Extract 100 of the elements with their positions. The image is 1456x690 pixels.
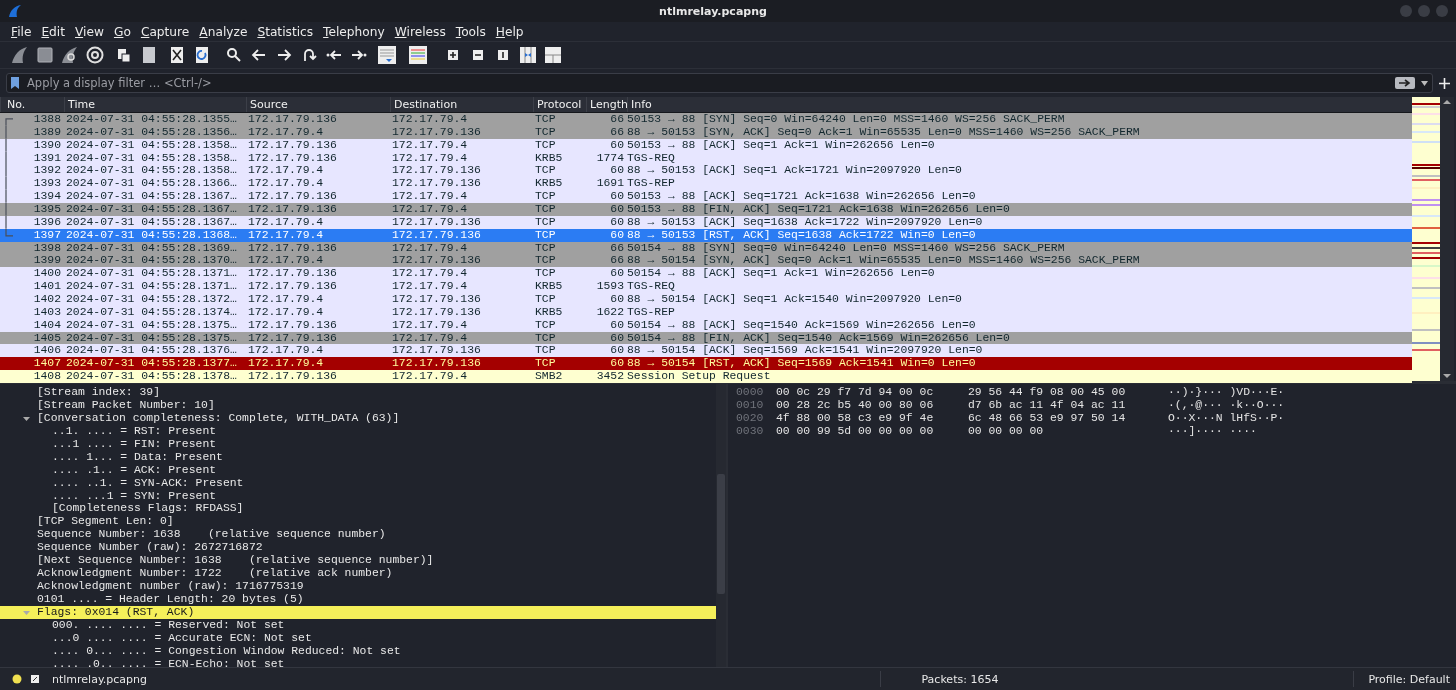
- ascii-bytes[interactable]: O··X···N lHfS··P·: [1168, 411, 1285, 425]
- hex-bytes[interactable]: 29 56 44 f9 08 00 45 00: [968, 386, 1168, 399]
- hex-bytes[interactable]: 6c 48 66 53 e9 97 50 14: [968, 411, 1168, 425]
- packet-row[interactable]: 1406 2024-07-31 04:55:28.1376… 172.17.79.4 172.17.79.136 TCP 60 88 → 50154 [ACK] Seq=1569 Ack=1541 Win=2097920 Len=0: [0, 344, 1412, 358]
- settings-icon[interactable]: [85, 45, 105, 65]
- detail-line[interactable]: [Next Sequence Number: 1638 (relative sequence number)]: [0, 554, 434, 568]
- display-filter-field[interactable]: Apply a display filter … <Ctrl-/>: [25, 75, 1389, 91]
- bookmark-icon[interactable]: [11, 77, 19, 89]
- detail-line[interactable]: .... ..1. = SYN-ACK: Present: [0, 476, 244, 490]
- table-cell-text: 1691: [595, 177, 625, 191]
- column-header[interactable]: No.: [0, 97, 64, 112]
- menu-item[interactable]: Wireless: [389, 24, 451, 39]
- detail-line[interactable]: .... 1... = Data: Present: [0, 450, 223, 464]
- scrollbar-thumb[interactable]: [717, 474, 725, 594]
- hex-bytes[interactable]: 00 28 2c b5 40 00 80 06: [776, 398, 968, 412]
- detail-line[interactable]: ..1. .... = RST: Present: [0, 424, 217, 438]
- profile-label[interactable]: Profile: Default: [1368, 672, 1450, 686]
- stop-icon[interactable]: [35, 45, 55, 65]
- column-header[interactable]: Source: [246, 97, 390, 112]
- menu-item[interactable]: File: [6, 24, 37, 39]
- column-header[interactable]: Time: [64, 97, 246, 112]
- detail-line[interactable]: Acknowledgment Number: 1722 (relative ack number): [0, 567, 393, 581]
- table-cell-text: TCP: [534, 215, 557, 229]
- detail-line[interactable]: 000. .... .... = Reserved: Not set: [0, 618, 285, 632]
- detail-line[interactable]: [TCP Segment Len: 0]: [0, 515, 174, 529]
- hex-bytes[interactable]: 00 0c 29 f7 7d 94 00 0c: [776, 386, 968, 399]
- table-cell-text: 172.17.79.4: [391, 370, 469, 384]
- table-cell-text: 172.17.79.136: [247, 190, 338, 203]
- detail-line[interactable]: [Stream Packet Number: 10]: [0, 398, 215, 412]
- menu-item[interactable]: Statistics: [252, 24, 319, 39]
- dropdown-caret-icon[interactable]: [1421, 80, 1428, 86]
- packet-row[interactable]: 1392 2024-07-31 04:55:28.1358… 172.17.79.4 172.17.79.136 TCP 60 88 → 50153 [ACK] Seq=1 Ack=1721 Win=2097920 Len=0: [0, 164, 1412, 178]
- table-cell-text: 1593: [595, 280, 625, 294]
- add-filter-icon[interactable]: [1439, 77, 1450, 89]
- edit-comment-icon[interactable]: [30, 674, 40, 684]
- ascii-bytes[interactable]: ···]···· ····: [1168, 424, 1257, 438]
- detail-line[interactable]: .... 0... .... = Congestion Window Reduced: Not set: [0, 644, 401, 658]
- table-cell-text: TCP: [534, 138, 557, 152]
- ascii-bytes[interactable]: ·(,·@··· ·k··O···: [1168, 398, 1285, 412]
- menu-item[interactable]: View: [70, 24, 109, 39]
- table-cell-text: 88 → 50154 [RST, ACK] Seq=1569 Ack=1541 Win=0 Len=0: [627, 357, 977, 371]
- menu-item[interactable]: Help: [490, 24, 529, 39]
- table-cell-text: 1404: [32, 318, 62, 332]
- hex-bytes[interactable]: 00 00 00 00: [968, 424, 1168, 438]
- packet-row[interactable]: 1399 2024-07-31 04:55:28.1370… 172.17.79.4 172.17.79.136 TCP 66 88 → 50154 [SYN, ACK] Seq=0 Ack=1 Win=65535 Len=0 MSS=1460 WS=256 SACK_PERM: [0, 254, 1412, 268]
- table-cell-text: 172.17.79.136: [391, 215, 482, 229]
- packet-minimap-drawing[interactable]: [1412, 97, 1440, 381]
- detail-line[interactable]: Sequence Number: 1638 (relative sequence number): [0, 528, 386, 542]
- column-header[interactable]: Destination: [390, 97, 533, 112]
- scroll-up-icon[interactable]: [1442, 97, 1452, 107]
- status-dot-icon[interactable]: [12, 674, 22, 684]
- table-cell-text: 172.17.79.136: [247, 113, 338, 126]
- shark-fin-refresh-icon[interactable]: [60, 45, 80, 65]
- hex-bytes[interactable]: 4f 88 00 58 c3 e9 9f 4e: [776, 411, 968, 425]
- table-cell-text: 1399: [32, 254, 62, 268]
- column-header[interactable]: Protocol: [533, 97, 586, 112]
- layout-grid-icon[interactable]: [543, 45, 563, 65]
- packet-row[interactable]: 1402 2024-07-31 04:55:28.1372… 172.17.79.4 172.17.79.136 TCP 60 88 → 50154 [ACK] Seq=1 Ack=1540 Win=2097920 Len=0: [0, 293, 1412, 306]
- resize-columns-icon[interactable]: [518, 45, 538, 65]
- menu-item[interactable]: Edit: [36, 24, 70, 39]
- table-cell-text: 60: [609, 331, 625, 345]
- detail-line[interactable]: .... .1.. = ACK: Present: [0, 463, 217, 477]
- detail-line[interactable]: Acknowledgment number (raw): 1716775319: [0, 580, 304, 593]
- table-cell-text: 1394: [32, 190, 62, 203]
- detail-line[interactable]: .... .0.. .... = ECN-Echo: Not set: [0, 657, 285, 671]
- menu-item[interactable]: Go: [108, 24, 136, 39]
- menu-item[interactable]: Tools: [450, 24, 491, 39]
- menu-item[interactable]: Analyze: [194, 24, 253, 39]
- packet-row[interactable]: 1393 2024-07-31 04:55:28.1366… 172.17.79.4 172.17.79.136 KRB5 1691 TGS-REP: [0, 177, 1412, 191]
- detail-line[interactable]: ...0 .... .... = Accurate ECN: Not set: [0, 631, 312, 645]
- table-cell-text: 1408: [32, 370, 62, 384]
- display-filter-bar[interactable]: Apply a display filter … <Ctrl-/>: [6, 73, 1433, 93]
- packet-row[interactable]: 1395 2024-07-31 04:55:28.1367… 172.17.79.136 172.17.79.4 TCP 60 50153 → 88 [FIN, ACK] Seq=1721 Ack=1638 Win=262656 Len=0: [0, 203, 1412, 216]
- table-cell-text: KRB5: [534, 305, 564, 319]
- menu-item[interactable]: Capture: [135, 24, 195, 39]
- table-cell-text: TCP: [534, 293, 557, 306]
- table-cell-text: 50154 → 88 [SYN] Seq=0 Win=64240 Len=0 MSS=1460 WS=256 SACK_PERM: [627, 241, 1066, 255]
- ascii-bytes[interactable]: ··)·}··· )VD···E·: [1168, 386, 1285, 399]
- detail-line[interactable]: Sequence Number (raw): 2672716872: [0, 541, 263, 555]
- menu-item[interactable]: Telephony: [318, 24, 390, 39]
- table-cell-text: 2024-07-31 04:55:28.1375…: [65, 331, 238, 345]
- scroll-down-icon[interactable]: [1442, 371, 1452, 381]
- detail-line[interactable]: [Conversation completeness: Complete, WITH_DATA (63)]: [0, 411, 400, 425]
- packet-row[interactable]: 1394 2024-07-31 04:55:28.1367… 172.17.79.136 172.17.79.4 TCP 60 50153 → 88 [ACK] Seq=1721 Ack=1638 Win=262656 Len=0: [0, 190, 1412, 203]
- packet-row[interactable]: 1388 2024-07-31 04:55:28.1355… 172.17.79.136 172.17.79.4 TCP 66 50153 → 88 [SYN] Seq=0 Win=64240 Len=0 MSS=1460 WS=256 SACK_PERM: [0, 113, 1412, 126]
- hex-bytes[interactable]: 00 00 99 5d 00 00 00 00: [776, 424, 968, 438]
- detail-line[interactable]: [Completeness Flags: RFDASS]: [0, 502, 244, 516]
- column-header[interactable]: Length: [586, 97, 627, 112]
- hex-bytes[interactable]: d7 6b ac 11 4f 04 ac 11: [968, 398, 1168, 412]
- packet-row[interactable]: 1401 2024-07-31 04:55:28.1371… 172.17.79.136 172.17.79.4 KRB5 1593 TGS-REQ: [0, 280, 1412, 294]
- table-cell-text: 172.17.79.136: [247, 203, 338, 216]
- detail-line[interactable]: [Stream index: 39]: [0, 386, 161, 399]
- shark-fin-icon[interactable]: [10, 45, 30, 65]
- packet-row[interactable]: 1408 2024-07-31 04:55:28.1378… 172.17.79.136 172.17.79.4 SMB2 3452 Session Setup Request: [0, 370, 1412, 384]
- detail-line[interactable]: 0101 .... = Header Length: 20 bytes (5): [0, 593, 304, 606]
- packet-row[interactable]: 1400 2024-07-31 04:55:28.1371… 172.17.79.136 172.17.79.4 TCP 60 50154 → 88 [ACK] Seq=1 Ack=1 Win=262656 Len=0: [0, 267, 1412, 281]
- detail-line[interactable]: ...1 .... = FIN: Present: [0, 437, 217, 451]
- table-cell-text: TCP: [534, 318, 557, 332]
- packet-row[interactable]: 1407 2024-07-31 04:55:28.1377… 172.17.79.4 172.17.79.136 TCP 60 88 → 50154 [RST, ACK] Seq=1569 Ack=1541 Win=0 Len=0: [0, 357, 1412, 371]
- detail-line[interactable]: .... ...1 = SYN: Present: [0, 489, 217, 503]
